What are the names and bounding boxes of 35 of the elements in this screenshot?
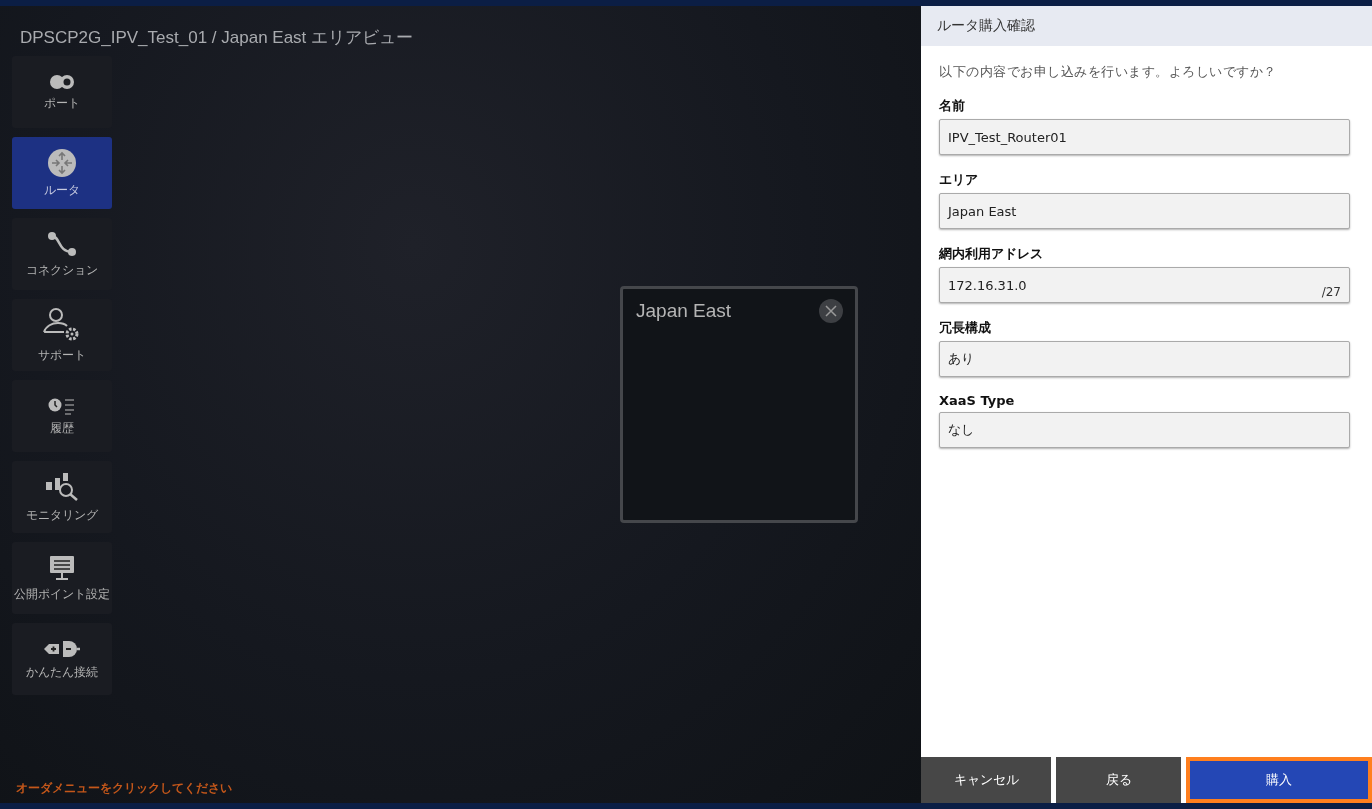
- sidebar-item[interactable]: モニタリング: [12, 461, 112, 533]
- dialog-title: ルータ購入確認: [937, 17, 1035, 35]
- sidebar-item[interactable]: ポート: [12, 56, 112, 128]
- input-field[interactable]: あり: [939, 341, 1350, 377]
- page-title: DPSCP2G_IPV_Test_01 / Japan East エリアビュー: [19, 27, 415, 49]
- close-icon: [825, 305, 837, 317]
- connection-line-icon: [47, 231, 77, 257]
- dialog-button[interactable]: 戻る: [1056, 757, 1181, 803]
- plug-connector-icon: [43, 639, 81, 659]
- router-icon: [48, 149, 76, 177]
- chart-magnifier-icon: [45, 472, 79, 502]
- toggle-circles-icon: [49, 74, 75, 90]
- monitor-stand-icon: [49, 555, 75, 581]
- sidebar-item[interactable]: ルータ: [12, 137, 112, 209]
- input-field[interactable]: Japan East: [939, 193, 1350, 229]
- area-card-title: Japan East: [636, 300, 732, 322]
- field-label: 名前: [939, 97, 966, 115]
- clock-list-icon: [48, 397, 76, 415]
- input-field[interactable]: IPV_Test_Router01: [939, 119, 1350, 155]
- purchase-button[interactable]: 購入: [1186, 757, 1372, 803]
- field-label: XaaS Type: [939, 393, 1016, 408]
- dialog-button[interactable]: キャンセル: [921, 757, 1051, 803]
- close-button[interactable]: [819, 299, 843, 323]
- sidebar-item[interactable]: かんたん接続: [12, 623, 112, 695]
- sidebar-item[interactable]: 履歴: [12, 380, 112, 452]
- input-suffix: /27: [1321, 285, 1341, 301]
- hint-text: オーダメニューをクリックしてください: [16, 780, 232, 797]
- sidebar-item[interactable]: 公開ポイント設定: [12, 542, 112, 614]
- input-field[interactable]: なし: [939, 412, 1350, 448]
- input-field[interactable]: 172.16.31.0 /27: [939, 267, 1350, 303]
- field-label: 冗長構成: [939, 319, 992, 337]
- field-label: エリア: [939, 171, 979, 189]
- field-label: 網内利用アドレス: [939, 245, 1044, 263]
- confirmation-message: 以下の内容でお申し込みを行います。よろしいですか？: [939, 63, 1278, 81]
- sidebar-item[interactable]: サポート: [12, 299, 112, 371]
